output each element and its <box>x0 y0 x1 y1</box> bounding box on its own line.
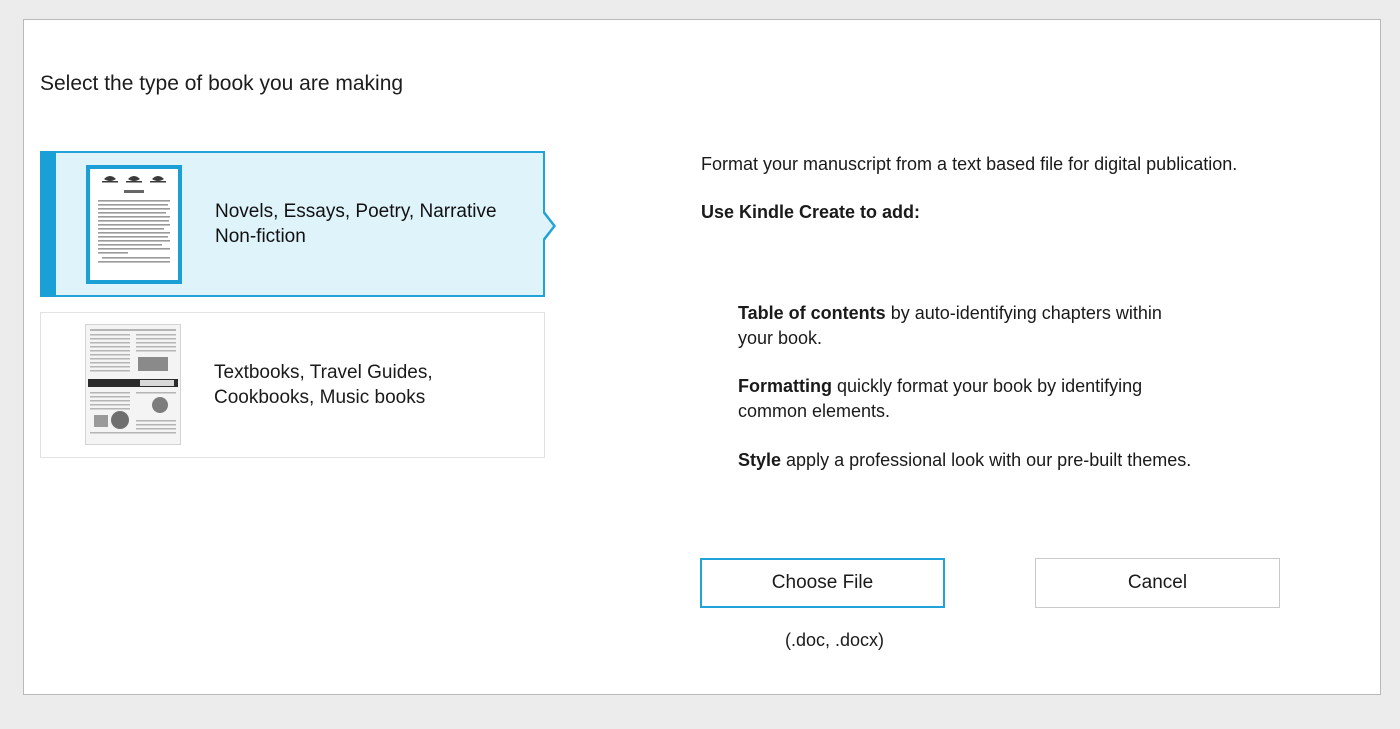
choose-file-button[interactable]: Choose File <box>700 558 945 608</box>
novel-page-illustration <box>98 176 170 263</box>
textbook-page-illustration <box>88 329 178 434</box>
feature-text: quickly format your book by identifying <box>832 376 1143 396</box>
option-description: Format your manuscript from a text based… <box>701 154 1238 174</box>
feature-text: your book. <box>738 328 823 348</box>
feature-term: Table of contents <box>738 303 886 323</box>
option-label-line: Cookbooks, Music books <box>214 387 426 408</box>
feature-text: common elements. <box>738 401 891 421</box>
textbook-page-thumbnail <box>85 324 181 445</box>
feature-formatting: Formatting quickly format your book by i… <box>738 374 1218 424</box>
feature-style: Style apply a professional look with our… <box>738 448 1218 473</box>
feature-term: Style <box>738 450 782 470</box>
novel-page-thumbnail <box>86 165 182 284</box>
option-label-textbooks: Textbooks, Travel Guides, Cookbooks, Mus… <box>214 360 534 410</box>
cancel-button[interactable]: Cancel <box>1035 558 1280 608</box>
selection-pointer-fill <box>542 212 553 240</box>
option-card-textbooks[interactable]: Textbooks, Travel Guides, Cookbooks, Mus… <box>40 312 545 458</box>
option-label-line: Textbooks, Travel Guides, <box>214 362 433 383</box>
option-label-line: Novels, Essays, Poetry, Narrative <box>215 201 497 222</box>
option-label-line: Non-fiction <box>215 226 306 247</box>
file-types-hint: (.doc, .docx) <box>785 630 885 650</box>
option-card-novels[interactable]: Novels, Essays, Poetry, Narrative Non-fi… <box>40 151 556 297</box>
feature-text: apply a professional look with our pre-b… <box>781 450 1192 470</box>
features-heading: Use Kindle Create to add: <box>701 202 921 222</box>
option-label-novels: Novels, Essays, Poetry, Narrative Non-fi… <box>215 199 535 249</box>
feature-text: by auto-identifying chapters within <box>885 303 1162 323</box>
feature-table-of-contents: Table of contents by auto-identifying ch… <box>738 301 1218 351</box>
dialog-title: Select the type of book you are making <box>40 72 404 95</box>
thumbnail-page <box>90 169 178 280</box>
feature-term: Formatting <box>738 376 832 396</box>
selection-accent-bar <box>40 151 56 297</box>
